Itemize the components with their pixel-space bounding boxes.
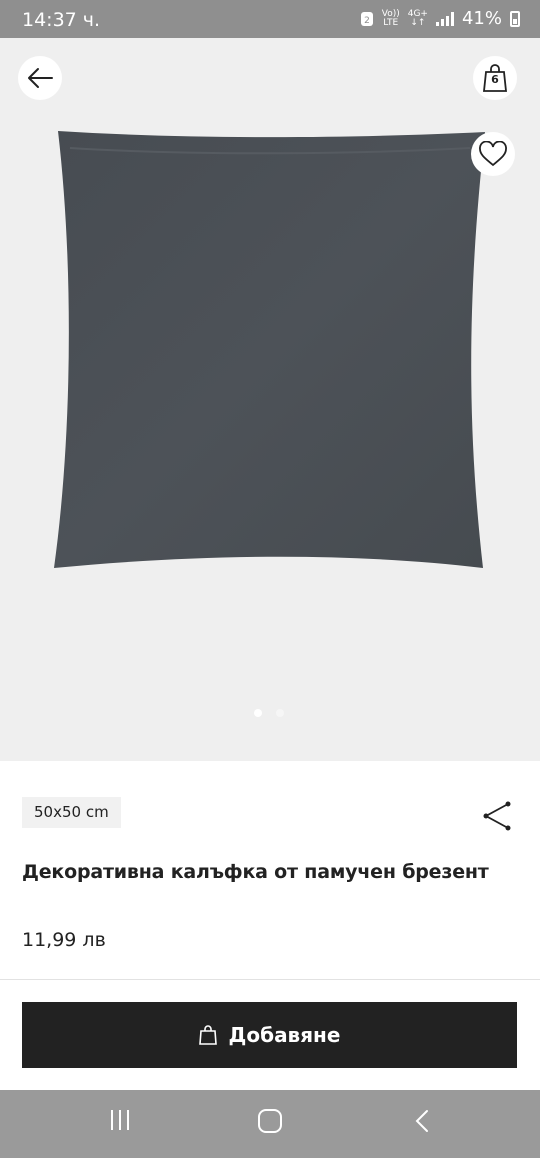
network-type: 4G+ ↓↑ — [407, 8, 428, 28]
home-icon[interactable] — [257, 1108, 283, 1134]
size-badge: 50x50 cm — [22, 797, 121, 828]
volte-indicator: Vo)) LTE — [381, 8, 400, 28]
status-time: 14:37 ч. — [22, 9, 101, 31]
pillow-image — [54, 131, 485, 568]
status-icons: 2 Vo)) LTE 4G+ ↓↑ 41% — [360, 8, 520, 29]
product-info: 50x50 cm Декоративна калъфка от памучен … — [0, 761, 540, 979]
status-bar: 14:37 ч. 2 Vo)) LTE 4G+ ↓↑ 41% — [0, 0, 540, 38]
navigation-bar — [0, 1090, 540, 1158]
pagination-dot-active[interactable] — [254, 709, 262, 717]
heart-icon — [479, 141, 507, 167]
product-title: Декоративна калъфка от памучен брезент — [22, 861, 489, 883]
gallery-pagination — [254, 709, 284, 717]
pagination-dot[interactable] — [276, 709, 284, 717]
share-icon — [483, 801, 511, 831]
bag-count: 6 — [491, 73, 499, 86]
data-saver-icon: 2 — [360, 11, 373, 26]
share-button[interactable] — [480, 799, 514, 837]
product-price: 11,99 лв — [22, 929, 106, 951]
arrow-left-icon — [28, 68, 53, 88]
battery-percent: 41% — [461, 8, 502, 29]
signal-icon — [435, 11, 454, 26]
add-to-bag-button[interactable]: Добавяне — [22, 1002, 517, 1068]
battery-icon — [510, 10, 520, 27]
recent-apps-icon[interactable] — [108, 1108, 132, 1132]
shopping-bag-icon — [198, 1025, 217, 1045]
add-to-bag-label: Добавяне — [228, 1023, 341, 1047]
back-button[interactable] — [18, 56, 62, 100]
shopping-bag-button[interactable]: 6 — [473, 56, 517, 100]
back-icon[interactable] — [412, 1108, 432, 1134]
wishlist-button[interactable] — [471, 132, 515, 176]
divider — [0, 979, 540, 980]
product-gallery[interactable]: 6 — [0, 38, 540, 761]
svg-text:2: 2 — [364, 16, 370, 26]
